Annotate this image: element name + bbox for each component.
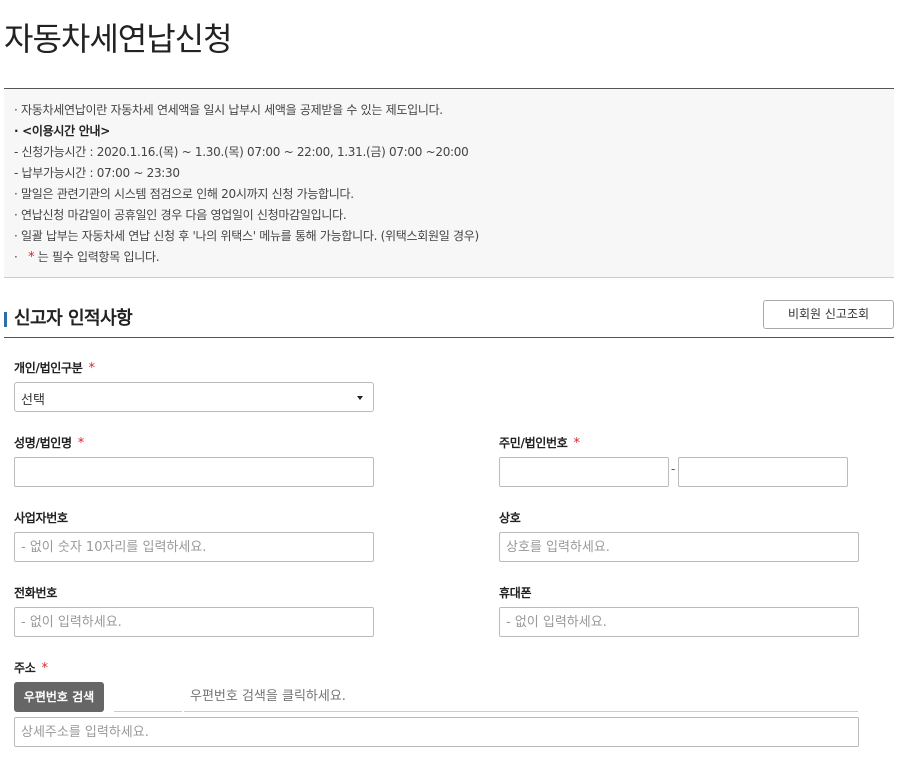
notice-heading: · <이용시간 안내> bbox=[14, 124, 110, 138]
id-number-separator: - bbox=[671, 462, 676, 476]
company-label: 상호 bbox=[499, 511, 521, 525]
section-title: 신고자 인적사항 bbox=[14, 308, 133, 329]
required-notice: · * 는 필수 입력항목 입니다. bbox=[14, 248, 160, 265]
zip-search-button[interactable]: 우편번호 검색 bbox=[14, 682, 104, 712]
notice-line: · 자동차세연납이란 자동차세 연세액을 일시 납부시 세액을 공제받을 수 있… bbox=[14, 103, 443, 117]
zip-address-field[interactable] bbox=[184, 682, 858, 712]
address-label-text: 주소 bbox=[14, 661, 36, 675]
section-header: 신고자 인적사항 비회원 신고조회 bbox=[4, 300, 894, 338]
type-label-text: 개인/법인구분 bbox=[14, 361, 83, 375]
chevron-down-icon bbox=[357, 396, 363, 400]
required-star-icon: * bbox=[77, 436, 85, 451]
zip-code-field[interactable] bbox=[114, 682, 182, 712]
name-label: 성명/법인명 * bbox=[14, 434, 84, 451]
id-number-front-input[interactable] bbox=[499, 457, 669, 487]
mobile-label: 휴대폰 bbox=[499, 586, 532, 600]
mobile-input[interactable] bbox=[499, 607, 859, 637]
phone-label: 전화번호 bbox=[14, 586, 57, 600]
business-number-label: 사업자번호 bbox=[14, 511, 68, 525]
required-bullet: · bbox=[14, 250, 18, 264]
business-number-input[interactable] bbox=[14, 532, 374, 562]
section-bar-icon bbox=[4, 312, 7, 327]
required-notice-text: 는 필수 입력항목 입니다. bbox=[37, 250, 160, 264]
id-number-back-input[interactable] bbox=[678, 457, 848, 487]
id-number-label: 주민/법인번호 * bbox=[499, 434, 580, 451]
required-star-icon: * bbox=[28, 250, 35, 265]
required-star-icon: * bbox=[88, 361, 96, 376]
phone-input[interactable] bbox=[14, 607, 374, 637]
type-label: 개인/법인구분 * bbox=[14, 359, 95, 376]
type-select[interactable]: 선택 bbox=[14, 382, 374, 412]
notice-line: - 신청가능시간 : 2020.1.16.(목) ~ 1.30.(목) 07:0… bbox=[14, 145, 469, 159]
address-label: 주소 * bbox=[14, 659, 48, 676]
company-input[interactable] bbox=[499, 532, 859, 562]
notice-line: · 일괄 납부는 자동차세 연납 신청 후 '나의 위택스' 메뉴를 통해 가능… bbox=[14, 229, 479, 243]
name-label-text: 성명/법인명 bbox=[14, 436, 72, 450]
notice-box: · 자동차세연납이란 자동차세 연세액을 일시 납부시 세액을 공제받을 수 있… bbox=[4, 88, 894, 278]
detail-address-input[interactable] bbox=[14, 717, 859, 747]
notice-line: · 연납신청 마감일이 공휴일인 경우 다음 영업일이 신청마감일입니다. bbox=[14, 208, 347, 222]
required-star-icon: * bbox=[573, 436, 581, 451]
notice-line: · 말일은 관련기관의 시스템 점검으로 인해 20시까지 신청 가능합니다. bbox=[14, 187, 354, 201]
type-select-value: 선택 bbox=[21, 393, 45, 408]
id-number-label-text: 주민/법인번호 bbox=[499, 436, 568, 450]
name-input[interactable] bbox=[14, 457, 374, 487]
non-member-lookup-button[interactable]: 비회원 신고조회 bbox=[763, 300, 894, 329]
notice-line: - 납부가능시간 : 07:00 ~ 23:30 bbox=[14, 166, 180, 180]
page-title: 자동차세연납신청 bbox=[4, 20, 233, 58]
required-star-icon: * bbox=[41, 661, 48, 676]
